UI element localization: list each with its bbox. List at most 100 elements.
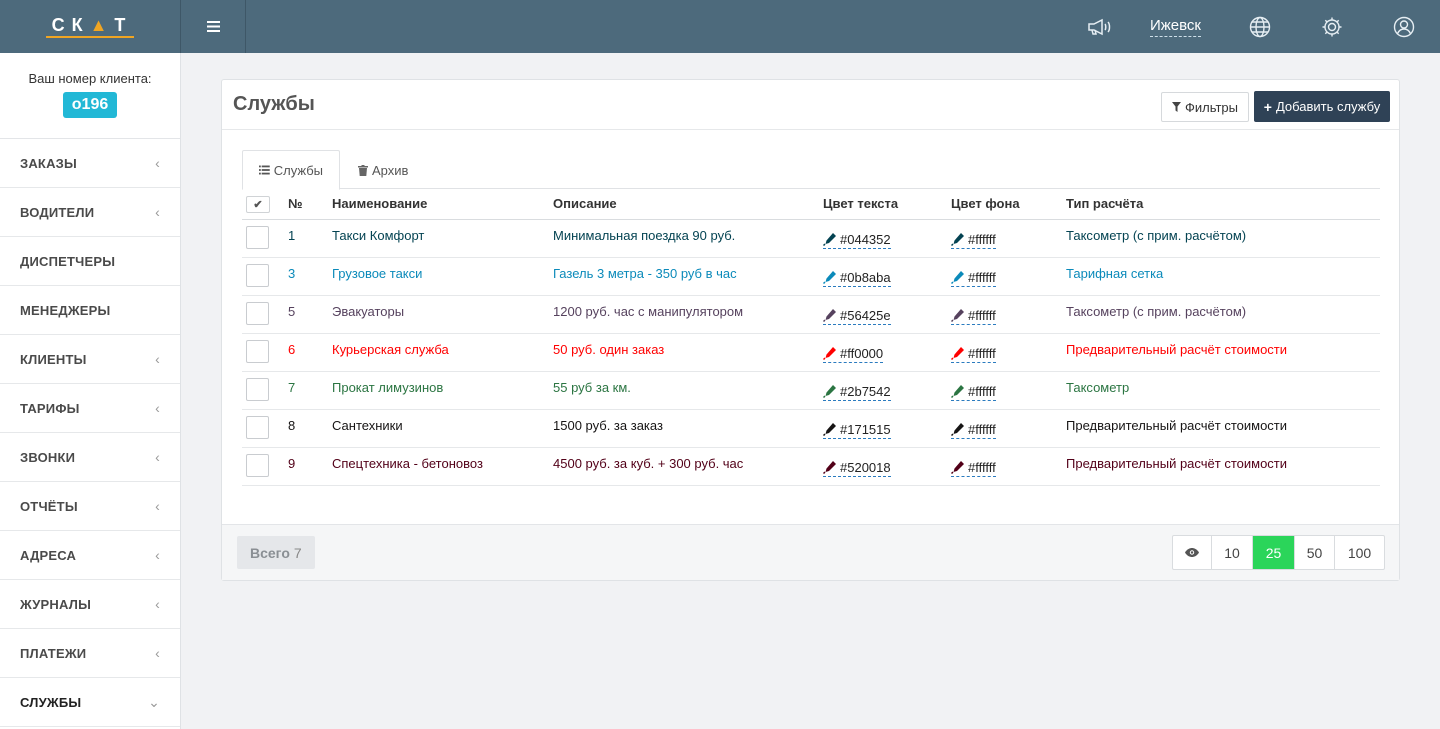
row-description: 1200 руб. час с манипулятором (553, 295, 823, 334)
text-color-value: #520018 (840, 459, 891, 475)
sidebar-item-2[interactable]: ДИСПЕТЧЕРЫ (0, 237, 180, 286)
row-num: 3 (288, 257, 332, 296)
sidebar-item-6[interactable]: ЗВОНКИ ‹ (0, 433, 180, 482)
text-color-picker[interactable]: #0b8aba (823, 270, 891, 287)
city-selector[interactable]: Ижевск (1149, 17, 1201, 37)
column-header-calc-type[interactable]: Тип расчёта (1066, 189, 1380, 220)
page-size-option[interactable]: 10 (1212, 536, 1253, 569)
eye-icon-button[interactable] (1173, 536, 1212, 569)
row-calc-type: Предварительный расчёт стоимости (1066, 447, 1380, 486)
text-color-value: #171515 (840, 421, 891, 437)
bg-color-value: #ffffff (968, 307, 996, 323)
page-size-selector: 10 25 50 100 (1172, 535, 1385, 570)
select-all-checkbox[interactable]: ✔ (246, 195, 270, 213)
row-name[interactable]: Курьерская служба (332, 333, 553, 372)
column-header-name[interactable]: Наименование (332, 189, 553, 220)
text-color-picker[interactable]: #044352 (823, 232, 891, 249)
chevron-icon: ‹ (155, 351, 160, 367)
row-calc-type: Таксометр (с прим. расчётом) (1066, 219, 1380, 258)
color-picker-icon (823, 347, 836, 360)
menu-toggle-button[interactable] (181, 0, 246, 53)
row-checkbox[interactable] (246, 301, 269, 325)
sidebar-item-1[interactable]: ВОДИТЕЛИ ‹ (0, 188, 180, 237)
row-checkbox[interactable] (246, 225, 269, 249)
sidebar-item-5[interactable]: ТАРИФЫ ‹ (0, 384, 180, 433)
filters-button[interactable]: Фильтры (1161, 92, 1249, 122)
profile-button[interactable] (1368, 0, 1440, 53)
column-header-bg-color[interactable]: Цвет фона (951, 189, 1066, 220)
user-icon (1393, 16, 1415, 37)
table-row[interactable]: 6 Курьерская служба 50 руб. один заказ #ff0… (242, 333, 1380, 372)
color-picker-icon (951, 233, 964, 246)
bg-color-picker[interactable]: #ffffff (951, 384, 996, 401)
table-row[interactable]: 3 Грузовое такси Газель 3 метра - 350 руб … (242, 257, 1380, 296)
row-name[interactable]: Грузовое такси (332, 257, 553, 296)
table-row[interactable]: 9 Спецтехника - бетоновоз 4500 руб. за куб… (242, 447, 1380, 486)
sidebar-item-10[interactable]: ПЛАТЕЖИ ‹ (0, 629, 180, 678)
announcements-button[interactable] (1064, 0, 1136, 53)
row-name[interactable]: Спецтехника - бетоновоз (332, 447, 553, 486)
add-service-button[interactable]: + Добавить службу (1254, 91, 1390, 122)
tab-services[interactable]: Службы (242, 150, 340, 190)
logo[interactable]: СК▲Т (45, 15, 135, 38)
row-name[interactable]: Такси Комфорт (332, 219, 553, 258)
sidebar-item-7[interactable]: ОТЧЁТЫ ‹ (0, 482, 180, 531)
text-color-picker[interactable]: #ff0000 (823, 346, 884, 363)
text-color-picker[interactable]: #56425e (823, 308, 891, 325)
menu-icon (206, 21, 220, 32)
sidebar-item-label: ЗВОНКИ (20, 449, 76, 465)
client-number-label: Ваш номер клиента: (28, 71, 152, 86)
bg-color-picker[interactable]: #ffffff (951, 346, 996, 363)
page-title: Службы (233, 93, 315, 115)
chevron-icon: ‹ (155, 547, 160, 563)
chevron-icon: ‹ (155, 400, 160, 416)
panel-footer: Всего 7 10 25 50 100 (222, 524, 1399, 580)
text-color-picker[interactable]: #520018 (823, 460, 891, 477)
row-num: 5 (288, 295, 332, 334)
sidebar-item-8[interactable]: АДРЕСА ‹ (0, 531, 180, 580)
text-color-value: #044352 (840, 231, 891, 247)
table-row[interactable]: 1 Такси Комфорт Минимальная поездка 90 руб… (242, 219, 1380, 258)
logo-area[interactable]: СК▲Т (0, 0, 181, 53)
language-button[interactable] (1224, 0, 1296, 53)
settings-button[interactable] (1296, 0, 1368, 53)
tab-archive-label: Архив (372, 162, 409, 178)
row-description: 1500 руб. за заказ (553, 409, 823, 448)
row-checkbox[interactable] (246, 263, 269, 287)
table-row[interactable]: 7 Прокат лимузинов 55 руб за км. #2b7542 #ff… (242, 371, 1380, 410)
megaphone-icon (1088, 18, 1111, 35)
row-checkbox[interactable] (246, 415, 269, 439)
tab-archive[interactable]: Архив (342, 150, 424, 190)
column-header-description[interactable]: Описание (553, 189, 823, 220)
row-calc-type: Предварительный расчёт стоимости (1066, 409, 1380, 448)
sidebar-item-3[interactable]: МЕНЕДЖЕРЫ (0, 286, 180, 335)
column-header-num[interactable]: № (288, 189, 332, 220)
sidebar-item-0[interactable]: ЗАКАЗЫ ‹ (0, 139, 180, 188)
bg-color-picker[interactable]: #ffffff (951, 308, 996, 325)
row-name[interactable]: Прокат лимузинов (332, 371, 553, 410)
total-label: Всего (250, 544, 290, 561)
table-row[interactable]: 5 Эвакуаторы 1200 руб. час с манипулятором… (242, 295, 1380, 334)
column-header-text-color[interactable]: Цвет текста (823, 189, 951, 220)
page-size-option[interactable]: 100 (1335, 536, 1384, 569)
bg-color-picker[interactable]: #ffffff (951, 422, 996, 439)
row-name[interactable]: Эвакуаторы (332, 295, 553, 334)
color-picker-icon (951, 423, 964, 436)
sidebar-item-9[interactable]: ЖУРНАЛЫ ‹ (0, 580, 180, 629)
row-checkbox[interactable] (246, 377, 269, 401)
trash-icon (358, 164, 368, 176)
row-checkbox[interactable] (246, 339, 269, 363)
text-color-picker[interactable]: #2b7542 (823, 384, 891, 401)
page-size-option[interactable]: 50 (1295, 536, 1335, 569)
page-size-option[interactable]: 25 (1253, 536, 1295, 569)
table-row[interactable]: 8 Сантехники 1500 руб. за заказ #171515 #fff… (242, 409, 1380, 448)
bg-color-picker[interactable]: #ffffff (951, 270, 996, 287)
text-color-value: #56425e (840, 307, 891, 323)
sidebar-item-4[interactable]: КЛИЕНТЫ ‹ (0, 335, 180, 384)
row-name[interactable]: Сантехники (332, 409, 553, 448)
bg-color-picker[interactable]: #ffffff (951, 232, 996, 249)
row-checkbox[interactable] (246, 453, 269, 477)
text-color-picker[interactable]: #171515 (823, 422, 891, 439)
sidebar-item-11[interactable]: СЛУЖБЫ ⌄ (0, 678, 180, 727)
bg-color-picker[interactable]: #ffffff (951, 460, 996, 477)
